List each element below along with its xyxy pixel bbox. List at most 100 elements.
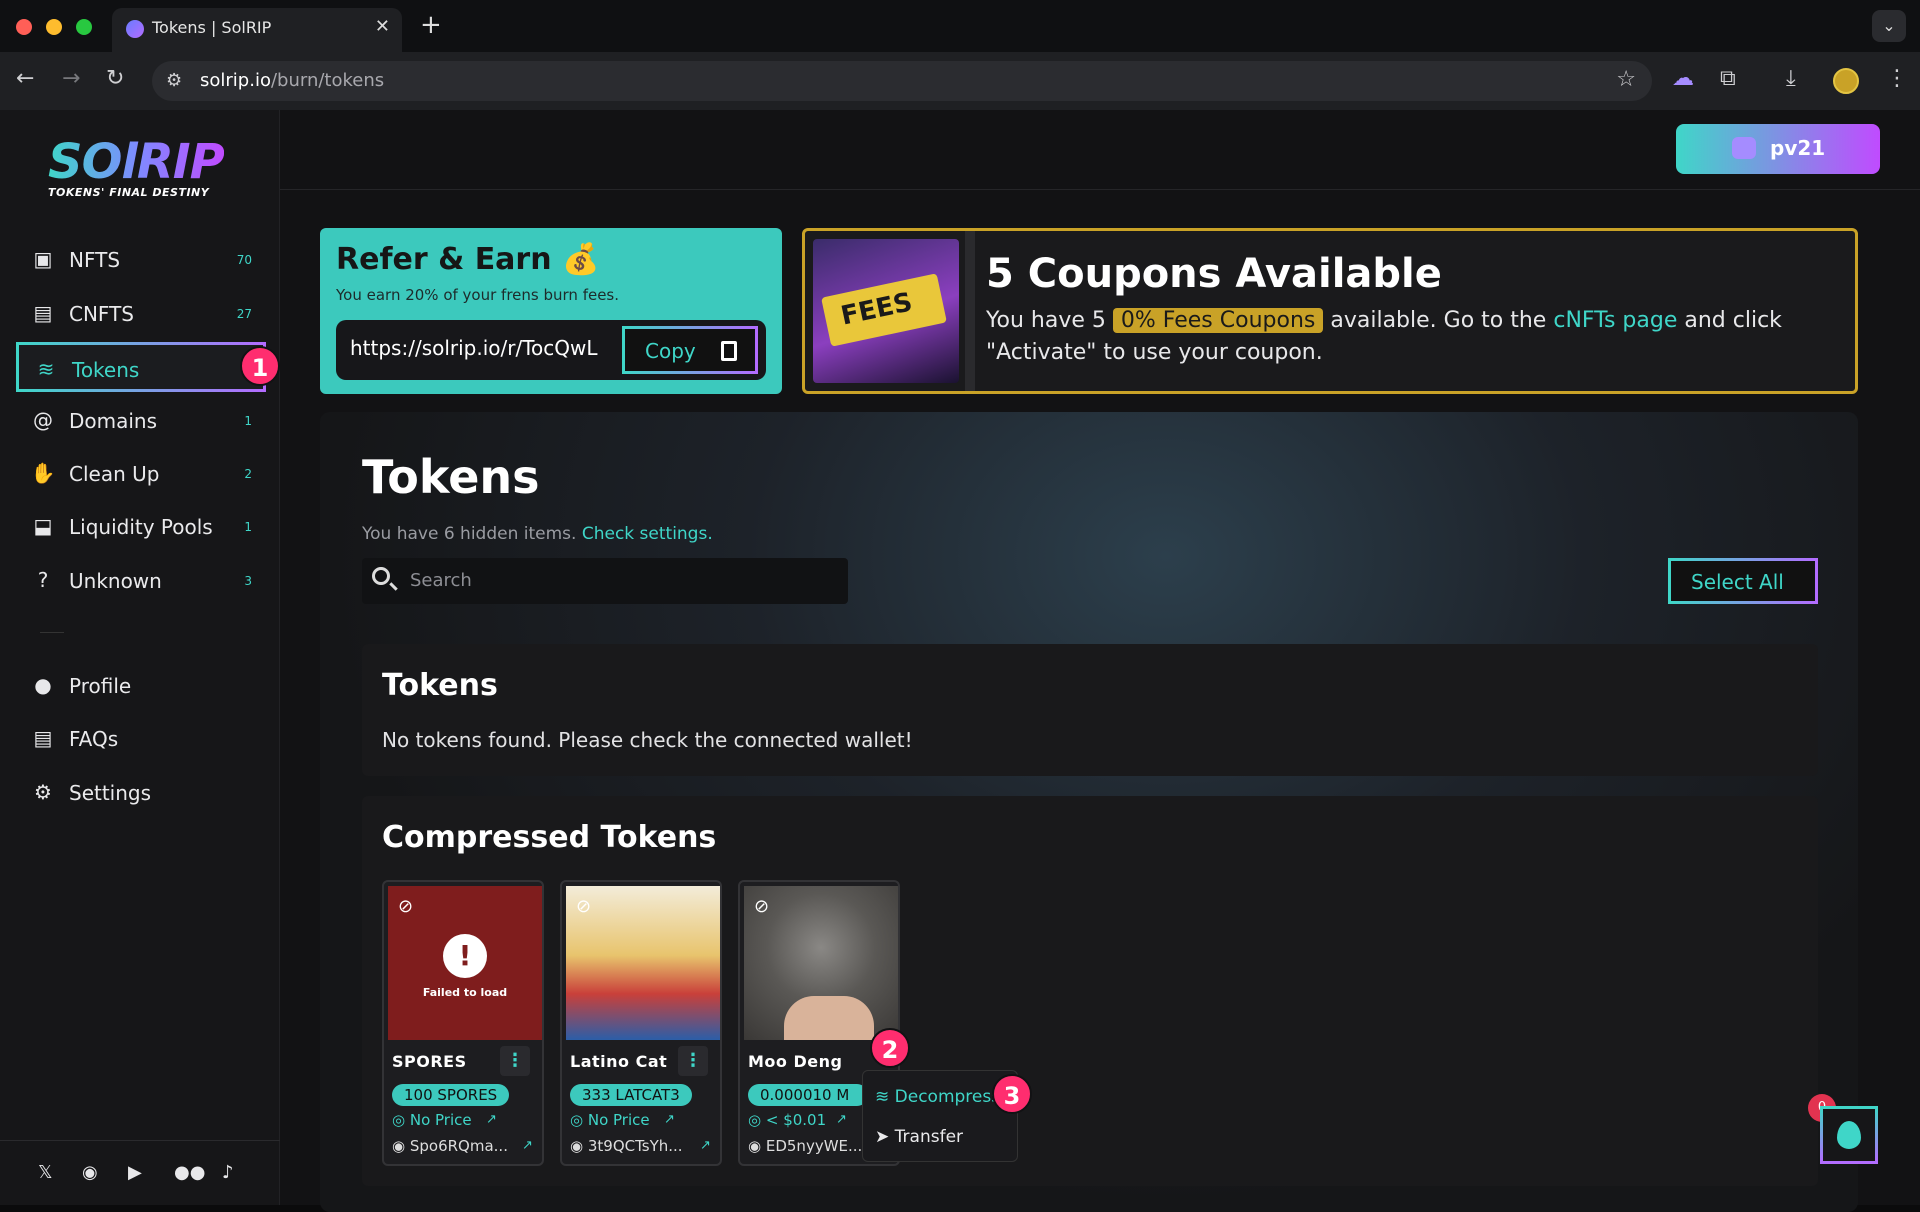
token-card[interactable]: ⊘ Latino Cat ⋮ 333 LATCAT3 ◎ No Price ↗ … — [560, 880, 722, 1166]
tokens-box: Tokens No tokens found. Please check the… — [362, 644, 1818, 776]
flame-icon — [1837, 1121, 1861, 1149]
close-tab-icon[interactable]: ✕ — [375, 16, 390, 37]
hidden-items-note: You have 6 hidden items. Check settings. — [362, 524, 713, 544]
browser-tab[interactable]: Tokens | SolRIP ✕ — [112, 8, 402, 52]
back-button[interactable]: ← — [16, 66, 34, 91]
app: SOlRIP TOKENS' FINAL DESTINY ▣ NFTS 70 ▤… — [0, 110, 1920, 1212]
burn-cart-button[interactable] — [1820, 1106, 1878, 1164]
reload-button[interactable]: ↻ — [106, 66, 124, 91]
phantom-icon — [1732, 137, 1756, 159]
logo[interactable]: SOlRIP TOKENS' FINAL DESTINY — [48, 134, 225, 199]
bookmark-star-icon[interactable]: ☆ — [1616, 67, 1636, 92]
sidebar-item-settings[interactable]: ⚙ Settings — [16, 768, 266, 818]
discord-icon[interactable]: ◉ — [82, 1162, 98, 1183]
annotation-badge-2: 2 — [870, 1028, 910, 1068]
coins-icon: ≋ — [37, 357, 55, 381]
sidebar-item-domains[interactable]: @ Domains 1 — [16, 396, 266, 446]
cnfts-page-link[interactable]: cNFTs page — [1553, 308, 1677, 333]
refer-earn-card: Refer & Earn 💰 You earn 20% of your fren… — [320, 228, 782, 394]
token-image: ⊘ — [566, 886, 720, 1040]
top-bar — [280, 110, 1920, 190]
token-image-error: ! Failed to load ⊘ — [388, 886, 542, 1040]
price-label: ◎ < $0.01 — [748, 1111, 827, 1129]
token-image: ⊘ — [744, 886, 898, 1040]
card-menu-button[interactable]: ⋮ — [500, 1046, 530, 1076]
external-link-icon[interactable]: ↗ — [700, 1138, 711, 1153]
social-divider — [0, 1140, 280, 1141]
card-menu-button[interactable]: ⋮ — [678, 1046, 708, 1076]
search-input[interactable]: Search — [362, 558, 848, 604]
download-icon[interactable]: ⤓ — [1786, 66, 1796, 91]
menu-kebab-icon[interactable]: ⋮ — [1886, 66, 1908, 91]
favicon-icon — [126, 20, 144, 38]
token-address: ◉ 3t9QCTsYh... — [570, 1137, 683, 1155]
coupon-banner: FEES 5 Coupons Available You have 5 0% F… — [802, 228, 1858, 394]
medium-icon[interactable]: ●● — [174, 1162, 205, 1183]
ticket-icon: FEES — [821, 273, 947, 347]
hidden-eye-icon[interactable]: ⊘ — [754, 896, 769, 917]
document-icon: ▤ — [33, 726, 53, 750]
token-address: ◉ Spo6RQma... — [392, 1137, 508, 1155]
zoom-window-button[interactable] — [76, 19, 92, 35]
phantom-extension-icon[interactable]: ☁ — [1672, 66, 1694, 91]
minimize-window-button[interactable] — [46, 19, 62, 35]
box-icon: ⬓ — [33, 514, 53, 538]
address-bar[interactable]: ⚙ solrip.io/burn/tokens ☆ — [152, 61, 1652, 101]
gear-icon: ⚙ — [34, 780, 52, 804]
copy-icon — [721, 341, 737, 361]
tokens-panel: Tokens You have 6 hidden items. Check se… — [320, 412, 1858, 1212]
search-icon — [372, 567, 390, 585]
hidden-eye-icon[interactable]: ⊘ — [398, 896, 413, 917]
page-title: Tokens — [362, 450, 540, 504]
annotation-badge-1: 1 — [240, 346, 280, 386]
error-icon: ! — [443, 934, 487, 978]
token-card[interactable]: ! Failed to load ⊘ SPORES ⋮ 100 SPORES ◎… — [382, 880, 544, 1166]
broom-icon: ✋ — [30, 461, 56, 485]
file-icon: ▤ — [33, 301, 53, 325]
sidebar-item-tokens[interactable]: ≋ Tokens — [16, 342, 266, 392]
youtube-icon[interactable]: ▶ — [128, 1162, 142, 1183]
price-label: ◎ No Price — [392, 1111, 472, 1129]
referral-link-field[interactable]: https://solrip.io/r/TocQwL Copy — [336, 320, 766, 380]
tiktok-icon[interactable]: ♪ — [222, 1162, 234, 1183]
tab-title: Tokens | SolRIP — [152, 18, 272, 37]
at-icon: @ — [33, 408, 53, 432]
profile-avatar[interactable] — [1833, 68, 1859, 94]
sidebar: SOlRIP TOKENS' FINAL DESTINY ▣ NFTS 70 ▤… — [0, 110, 280, 1205]
decompress-menu-item[interactable]: ≋ Decompress — [875, 1087, 1000, 1107]
user-icon: ● — [34, 673, 52, 697]
annotation-badge-3: 3 — [992, 1074, 1032, 1114]
sidebar-item-profile[interactable]: ● Profile — [16, 661, 266, 711]
browser-chrome: Tokens | SolRIP ✕ + ⌄ ← → ↻ ⚙ solrip.io/… — [0, 0, 1920, 110]
image-icon: ▣ — [33, 247, 53, 271]
external-link-icon[interactable]: ↗ — [836, 1112, 847, 1127]
new-tab-button[interactable]: + — [420, 10, 442, 40]
external-link-icon[interactable]: ↗ — [486, 1112, 497, 1127]
sidebar-item-cnfts[interactable]: ▤ CNFTS 27 — [16, 289, 266, 339]
check-settings-link[interactable]: Check settings. — [582, 524, 713, 544]
sidebar-item-liquidity-pools[interactable]: ⬓ Liquidity Pools 1 — [16, 502, 266, 552]
external-link-icon[interactable]: ↗ — [522, 1138, 533, 1153]
sidebar-item-clean-up[interactable]: ✋ Clean Up 2 — [16, 449, 266, 499]
coupon-text: You have 5 0% Fees Coupons available. Go… — [986, 308, 1782, 365]
site-info-icon[interactable]: ⚙ — [166, 70, 182, 91]
wallet-button[interactable]: pv21 — [1676, 124, 1880, 174]
transfer-menu-item[interactable]: ➤ Transfer — [875, 1127, 963, 1147]
tab-bar: Tokens | SolRIP ✕ + ⌄ — [0, 0, 1920, 52]
x-icon[interactable]: 𝕏 — [38, 1162, 53, 1183]
coupon-image: FEES — [813, 239, 959, 383]
copy-button[interactable]: Copy — [622, 326, 758, 374]
sidebar-item-nfts[interactable]: ▣ NFTS 70 — [16, 235, 266, 285]
price-label: ◎ No Price — [570, 1111, 650, 1129]
extensions-icon[interactable]: ⧉ — [1720, 66, 1736, 91]
select-all-button[interactable]: Select All — [1668, 558, 1818, 604]
coupon-divider — [965, 231, 975, 391]
close-window-button[interactable] — [16, 19, 32, 35]
tab-search-button[interactable]: ⌄ — [1872, 10, 1906, 42]
forward-button[interactable]: → — [62, 66, 80, 91]
hidden-eye-icon[interactable]: ⊘ — [576, 896, 591, 917]
sidebar-item-unknown[interactable]: ? Unknown 3 — [16, 556, 266, 606]
external-link-icon[interactable]: ↗ — [664, 1112, 675, 1127]
sidebar-item-faqs[interactable]: ▤ FAQs — [16, 714, 266, 764]
url-text: solrip.io/burn/tokens — [200, 70, 385, 91]
